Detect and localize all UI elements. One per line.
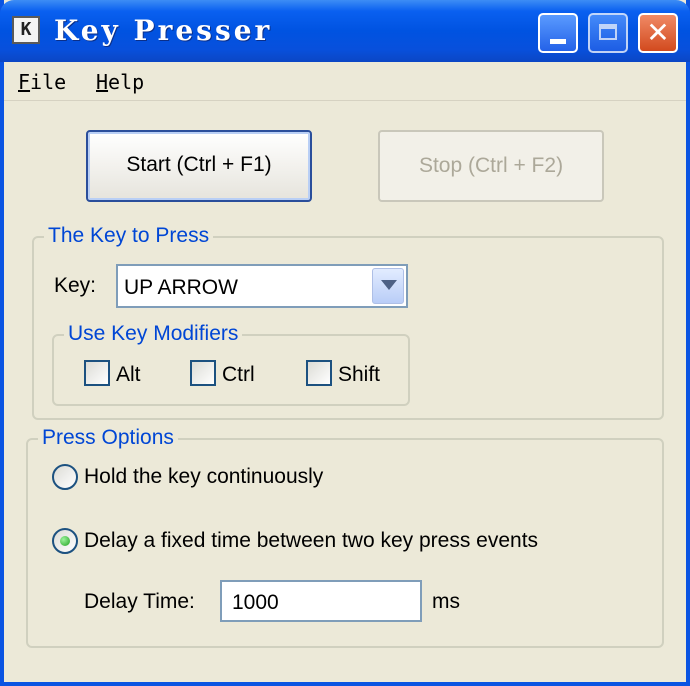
stop-button: Stop (Ctrl + F2) — [378, 130, 604, 202]
delay-time-label: Delay Time: — [84, 590, 195, 613]
menu-help-accel: H — [96, 70, 109, 94]
shift-checkbox[interactable] — [306, 360, 332, 386]
delay-time-input[interactable]: 1000 — [220, 580, 422, 622]
alt-label[interactable]: Alt — [116, 363, 141, 387]
maximize-button[interactable] — [588, 13, 628, 53]
minimize-button[interactable] — [538, 13, 578, 53]
press-options-legend: Press Options — [38, 426, 178, 450]
key-label: Key: — [54, 274, 97, 297]
modifiers-legend: Use Key Modifiers — [64, 322, 243, 346]
delay-time-value: 1000 — [232, 591, 279, 614]
menu-help[interactable]: Help — [96, 70, 144, 94]
key-group-legend: The Key to Press — [44, 224, 214, 248]
title-bar[interactable]: K Key Presser ✕ — [0, 0, 690, 62]
delay-radio[interactable] — [52, 528, 78, 554]
chevron-down-icon — [381, 280, 397, 290]
minimize-icon — [550, 39, 566, 44]
radio-selected-dot — [60, 536, 70, 546]
app-icon[interactable]: K — [12, 16, 40, 44]
menu-bar: File Help — [4, 62, 686, 101]
hold-radio[interactable] — [52, 464, 78, 490]
hold-label[interactable]: Hold the key continuously — [84, 465, 323, 489]
ctrl-checkbox[interactable] — [190, 360, 216, 386]
menu-file-label: ile — [30, 70, 67, 94]
window-title: Key Presser — [54, 14, 273, 47]
menu-file-accel: F — [18, 70, 31, 94]
alt-checkbox[interactable] — [84, 360, 110, 386]
close-icon: ✕ — [646, 16, 670, 49]
maximize-icon — [599, 24, 617, 40]
dropdown-button[interactable] — [372, 268, 404, 304]
shift-label[interactable]: Shift — [338, 363, 380, 387]
delay-unit-label: ms — [432, 590, 460, 613]
key-select-value: UP ARROW — [124, 276, 238, 299]
close-button[interactable]: ✕ — [638, 13, 678, 53]
key-presser-window: K Key Presser ✕ File Help Start (Ctrl + … — [0, 0, 690, 686]
menu-help-label: elp — [108, 70, 145, 94]
start-button[interactable]: Start (Ctrl + F1) — [86, 130, 312, 202]
menu-file[interactable]: File — [18, 70, 66, 94]
delay-option-label[interactable]: Delay a fixed time between two key press… — [84, 529, 538, 553]
ctrl-label[interactable]: Ctrl — [222, 363, 255, 387]
key-select[interactable]: UP ARROW — [116, 264, 408, 308]
